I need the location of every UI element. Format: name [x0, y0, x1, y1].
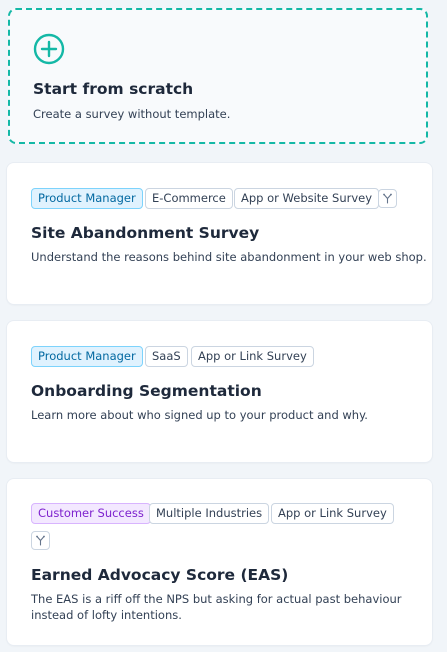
template-card-onboarding-segmentation[interactable]: Product Manager SaaS App or Link Survey …	[7, 321, 432, 462]
template-title: Earned Advocacy Score (EAS)	[31, 566, 289, 584]
template-title: Site Abandonment Survey	[31, 224, 260, 242]
branching-logic-icon	[31, 531, 50, 550]
survey-type-tag: App or Website Survey	[234, 188, 380, 209]
survey-type-tag: App or Link Survey	[191, 346, 314, 367]
start-from-scratch-card[interactable]: Start from scratch Create a survey witho…	[8, 8, 428, 144]
template-description: Learn more about who signed up to your p…	[31, 408, 368, 422]
template-card-site-abandonment[interactable]: Product Manager E-Commerce App or Websit…	[7, 163, 432, 304]
role-tag: Product Manager	[31, 188, 143, 209]
scratch-description: Create a survey without template.	[33, 107, 231, 121]
industry-tag: Multiple Industries	[149, 503, 270, 524]
plus-circle-icon	[33, 33, 65, 65]
branching-logic-icon	[378, 189, 397, 208]
scratch-title: Start from scratch	[33, 80, 194, 98]
template-description: Understand the reasons behind site aband…	[31, 250, 427, 264]
template-card-earned-advocacy-score[interactable]: Customer Success Multiple Industries App…	[7, 479, 432, 645]
template-title: Onboarding Segmentation	[31, 382, 262, 400]
template-description: The EAS is a riff off the NPS but asking…	[31, 592, 402, 622]
survey-type-tag: App or Link Survey	[271, 503, 394, 524]
industry-tag: SaaS	[145, 346, 188, 367]
role-tag: Customer Success	[31, 503, 151, 524]
industry-tag: E-Commerce	[145, 188, 233, 209]
role-tag: Product Manager	[31, 346, 143, 367]
